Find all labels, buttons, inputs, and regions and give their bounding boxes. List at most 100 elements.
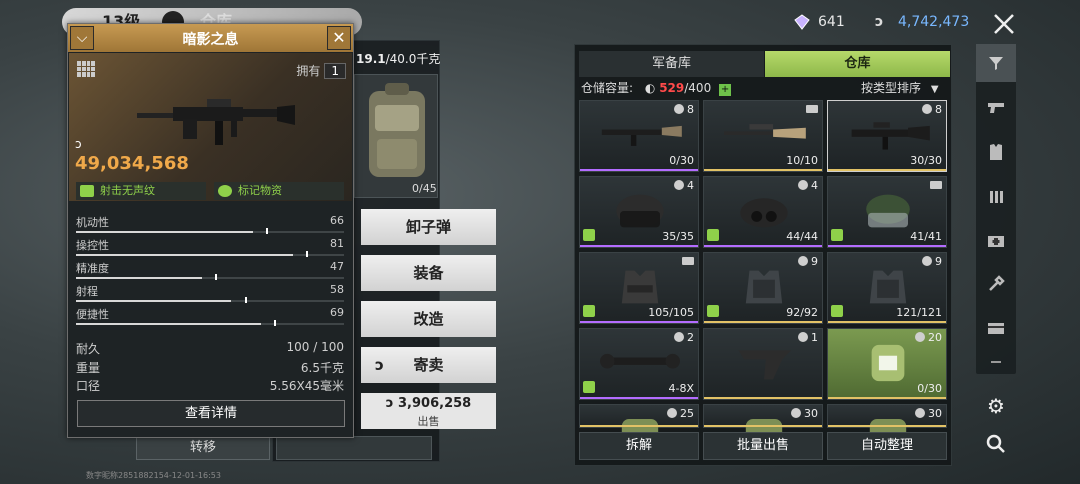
- mark-icon: [218, 185, 232, 197]
- weight-badge-icon: [674, 104, 684, 114]
- item-count: 41/41: [910, 230, 942, 243]
- case-icon: [682, 257, 694, 265]
- warehouse-item-sniper[interactable]: 10/10: [703, 100, 823, 172]
- warehouse-item-nvg[interactable]: 4 44/44: [703, 176, 823, 248]
- stat-label: 便捷性: [76, 308, 109, 321]
- warehouse-item-armor[interactable]: 9 92/92: [703, 252, 823, 324]
- weight-badge-icon: [922, 104, 932, 114]
- caliber-value: 5.56X45毫米: [269, 379, 344, 393]
- item-count: 44/44: [786, 230, 818, 243]
- warehouse-item-scope[interactable]: 2 4-8X: [579, 328, 699, 400]
- consign-button[interactable]: ᴐ 寄卖: [361, 347, 496, 383]
- trait-marked-label: 标记物资: [238, 184, 282, 197]
- item-count: 4-8X: [668, 382, 694, 395]
- item-badge: 8: [922, 103, 942, 116]
- item-badge: 8: [674, 103, 694, 116]
- weight-badge-icon: [798, 332, 808, 342]
- equip-button[interactable]: 装备: [361, 255, 496, 291]
- pistol-icon[interactable]: [984, 96, 1008, 120]
- stat-handling: 操控性 81: [76, 237, 344, 260]
- warehouse-item-bag2[interactable]: 30: [703, 404, 823, 456]
- badge-value: 30: [804, 407, 818, 420]
- sell-button[interactable]: ᴐ 3,906,258 出售: [361, 393, 496, 429]
- warehouse-item-vest[interactable]: 105/105: [579, 252, 699, 324]
- case-icon: [806, 105, 818, 113]
- armor-icon[interactable]: [984, 140, 1008, 164]
- warehouse-item-rifle[interactable]: 8 0/30: [579, 100, 699, 172]
- price-coin-icon: ᴐ: [75, 137, 82, 151]
- warehouse-item-bag2[interactable]: 25: [579, 404, 699, 456]
- rarity-bar: [580, 321, 698, 323]
- sort-dropdown[interactable]: 按类型排序 ▼: [861, 79, 939, 96]
- stat-accuracy: 精准度 47: [76, 260, 344, 283]
- weight-badge-icon: [922, 256, 932, 266]
- badge-value: 8: [935, 103, 942, 116]
- rarity-bar: [704, 245, 822, 247]
- modify-button[interactable]: 改造: [361, 301, 496, 337]
- view-details-button[interactable]: 查看详情: [77, 400, 345, 427]
- weight-current: 19.1: [356, 52, 386, 66]
- warehouse-item-bag2[interactable]: 30: [827, 404, 947, 456]
- rarity-bar: [828, 397, 946, 399]
- item-count: 105/105: [648, 306, 694, 319]
- tab-warehouse[interactable]: 仓库: [765, 51, 950, 77]
- capacity-readout: 仓储容量: ◐ 529/400 +: [581, 79, 732, 96]
- item-badge: [930, 179, 942, 192]
- item-badge: [682, 255, 694, 268]
- rarity-bar: [704, 321, 822, 323]
- ammo-icon[interactable]: [984, 184, 1008, 208]
- bag-icon: [871, 344, 905, 382]
- stat-label: 机动性: [76, 216, 109, 229]
- badge-value: 9: [811, 255, 818, 268]
- rifle-icon: [601, 125, 682, 146]
- stat-list: 机动性 66 操控性 81 精准度 47 射程 58 便捷性 69: [76, 214, 344, 329]
- more-icon[interactable]: [984, 356, 1008, 368]
- unload-ammo-button[interactable]: 卸子弹: [361, 209, 496, 245]
- secondary-slot[interactable]: [276, 436, 432, 460]
- capacity-label: 仓储容量:: [581, 81, 634, 95]
- weight-readout: 19.1/40.0千克: [356, 50, 440, 67]
- rarity-bar: [580, 245, 698, 247]
- filter-icon[interactable]: [976, 44, 1016, 82]
- warehouse-item-bag[interactable]: 20 0/30: [827, 328, 947, 400]
- nvg-icon: [740, 198, 788, 228]
- transfer-button[interactable]: 转移: [136, 436, 270, 460]
- close-icon[interactable]: [990, 10, 1018, 38]
- medkit-icon[interactable]: [984, 228, 1008, 252]
- backpack-slot[interactable]: [354, 74, 438, 198]
- caliber-label: 口径: [76, 379, 101, 393]
- stat-fill: [76, 277, 202, 279]
- badge-value: 2: [687, 331, 694, 344]
- warehouse-item-helmet2[interactable]: 41/41: [827, 176, 947, 248]
- stat-fill: [76, 254, 294, 256]
- item-badge: 9: [922, 255, 942, 268]
- dismantle-button[interactable]: 拆解: [579, 432, 699, 460]
- durability-label: 耐久: [76, 342, 101, 356]
- chevron-down-icon: ▼: [930, 84, 939, 95]
- rarity-bar: [580, 169, 698, 171]
- badge-value: 8: [687, 103, 694, 116]
- item-badge: 2: [674, 331, 694, 344]
- stat-mobility: 机动性 66: [76, 214, 344, 237]
- stat-fill: [76, 300, 232, 302]
- popup-close-icon[interactable]: ✕: [327, 26, 351, 50]
- search-icon[interactable]: [984, 432, 1008, 456]
- warehouse-item-helmet[interactable]: 4 35/35: [579, 176, 699, 248]
- popup-header: ⌵ 暗影之息 ✕: [68, 24, 353, 52]
- auto-sort-button[interactable]: 自动整理: [827, 432, 947, 460]
- tab-armory[interactable]: 军备库: [579, 51, 764, 77]
- warehouse-item-rifle2[interactable]: 8 30/30: [827, 100, 947, 172]
- stat-value: 47: [330, 260, 344, 273]
- settings-gear-icon[interactable]: ⚙: [984, 394, 1008, 418]
- warehouse-item-armor[interactable]: 9 121/121: [827, 252, 947, 324]
- add-capacity-icon[interactable]: +: [719, 84, 732, 96]
- badge-value: 9: [935, 255, 942, 268]
- warehouse-item-grip[interactable]: 1: [703, 328, 823, 400]
- trait-marked: 标记物资: [214, 182, 344, 200]
- bulk-sell-button[interactable]: 批量出售: [703, 432, 823, 460]
- stat-value: 69: [330, 306, 344, 319]
- own-value: 1: [324, 63, 346, 79]
- tool-icon[interactable]: [984, 272, 1008, 296]
- card-icon[interactable]: [984, 316, 1008, 340]
- vest-icon: [621, 270, 659, 304]
